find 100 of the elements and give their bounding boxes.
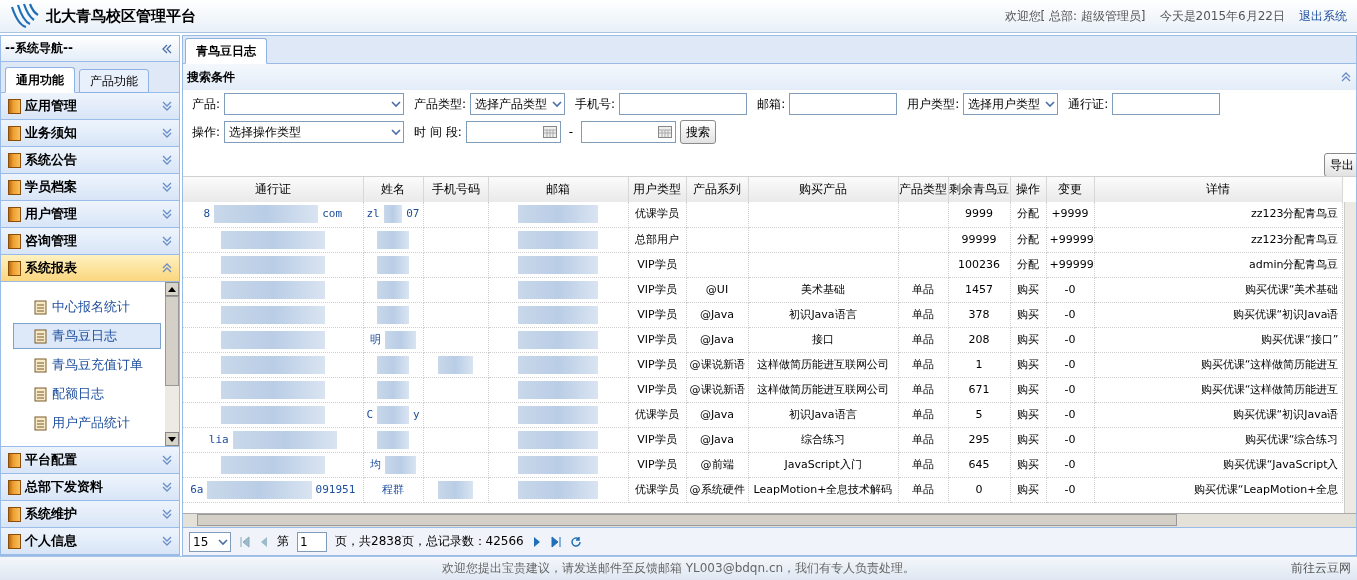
collapse-sidebar-icon[interactable] [161,43,173,54]
table-cell: 0 [948,477,1010,502]
select-field[interactable] [224,93,405,115]
previous-page-icon[interactable] [259,535,269,548]
column-header[interactable]: 通行证 [183,177,363,202]
table-cell: VIP学员 [628,352,686,377]
table-cell-text: 07 [406,206,420,223]
scroll-down-icon[interactable] [168,436,176,442]
table-cell: 购买 [1010,427,1046,452]
sidebar-tab[interactable]: 产品功能 [79,69,149,93]
table-cell: VIP学员 [628,377,686,402]
column-header[interactable]: 姓名 [363,177,423,202]
calendar-icon[interactable] [542,126,557,138]
table-cell: +9999 [1046,202,1094,227]
column-header[interactable]: 用户类型 [628,177,686,202]
logout-link[interactable]: 退出系统 [1299,7,1347,25]
column-header[interactable]: 剩余青鸟豆 [948,177,1010,202]
nav-section[interactable]: 系统公告 [1,147,179,174]
select-field[interactable]: 选择用户类型 [963,93,1059,115]
expand-icon [161,127,173,139]
search-button[interactable]: 搜索 [680,120,717,144]
last-page-icon[interactable] [549,535,562,548]
table-cell: 1457 [948,277,1010,302]
column-header[interactable]: 详情 [1094,177,1342,202]
table-cell: @Java [686,327,748,352]
nav-item[interactable]: 中心报名统计 [13,294,161,320]
table-cell: admin分配青鸟豆 [1094,252,1342,277]
blurred-block [377,280,409,299]
column-header[interactable]: 变更 [1046,177,1094,202]
document-icon [34,357,47,373]
table-cell-text: 程群 [382,481,404,498]
export-button[interactable]: 导出 [1324,153,1356,177]
nav-item[interactable]: 青鸟豆日志 [13,323,161,349]
blurred-block [383,205,403,224]
table-cell: @Java [686,402,748,427]
table-cell: 分配 [1010,202,1046,227]
column-header[interactable]: 手机号码 [423,177,488,202]
nav-item[interactable]: 配额日志 [13,381,161,407]
first-page-icon[interactable] [239,535,251,548]
table-cell: -0 [1046,327,1094,352]
table-cell: 1 [948,352,1010,377]
nav-section[interactable]: 用户管理 [1,201,179,228]
table-cell-text: lia [208,431,229,448]
horizontal-scrollbar[interactable] [183,513,1356,527]
nav-section[interactable]: 系统报表 [1,255,179,282]
next-page-icon[interactable] [531,535,542,548]
expand-icon [161,100,173,112]
date-field[interactable] [465,121,561,143]
select-field[interactable]: 选择产品类型 [470,93,566,115]
book-icon [8,479,21,495]
field-label: 产品: [192,95,221,113]
table-cell: LeapMotion+全息技术解码 [748,477,898,502]
column-header[interactable]: 产品系列 [686,177,748,202]
table-cell: +99999 [1046,227,1094,252]
column-header[interactable]: 操作 [1010,177,1046,202]
nav-item[interactable]: 用户产品统计 [13,410,161,436]
page-label: 第 [277,533,289,550]
vertical-scrollbar[interactable] [1344,202,1356,513]
book-icon [8,98,21,114]
nav-section[interactable]: 系统维护 [1,501,179,528]
nav-section[interactable]: 个人信息 [1,528,179,555]
column-header[interactable]: 邮箱 [488,177,628,202]
nav-item[interactable]: 青鸟豆充值订单 [13,352,161,378]
table-cell: -0 [1046,277,1094,302]
calendar-icon[interactable] [658,126,673,138]
table-cell: 单品 [898,327,948,352]
select-field[interactable]: 选择操作类型 [224,121,405,143]
document-icon [34,415,47,431]
nav-section[interactable]: 平台配置 [1,447,179,474]
expand-icon [161,235,173,247]
table-cell [898,252,948,277]
page-tab[interactable]: 青鸟豆日志 [185,38,267,64]
sidebar-tab[interactable]: 通用功能 [5,67,75,93]
date-field[interactable] [581,121,677,143]
column-header[interactable]: 购买产品 [748,177,898,202]
footer-link[interactable]: 前往云豆网 [1291,560,1351,577]
table-cell: 单品 [898,377,948,402]
date-text: 今天是2015年6月22日 [1159,7,1285,25]
nav-section[interactable]: 总部下发资料 [1,474,179,501]
page-input[interactable]: 1 [297,531,327,552]
nav-section[interactable]: 学员档案 [1,174,179,201]
field-label: 操作: [192,123,221,141]
table-cell: 优课学员 [628,477,686,502]
input-field[interactable] [789,93,898,115]
nav-section[interactable]: 咨询管理 [1,228,179,255]
table-cell-text: 均 [369,456,381,473]
table-cell: 综合练习 [748,427,898,452]
input-field[interactable] [1112,93,1221,115]
table-cell: @Java [686,427,748,452]
scroll-up-icon[interactable] [168,286,176,292]
scrollbar[interactable] [165,282,179,446]
table-cell: 购买 [1010,302,1046,327]
page-size-select[interactable]: 15 [189,531,231,552]
table-cell: 分配 [1010,227,1046,252]
nav-section[interactable]: 应用管理 [1,93,179,120]
nav-section[interactable]: 业务须知 [1,120,179,147]
input-field[interactable] [619,93,748,115]
refresh-icon[interactable] [569,535,582,548]
table-cell-text: 8 [203,206,211,223]
column-header[interactable]: 产品类型 [898,177,948,202]
